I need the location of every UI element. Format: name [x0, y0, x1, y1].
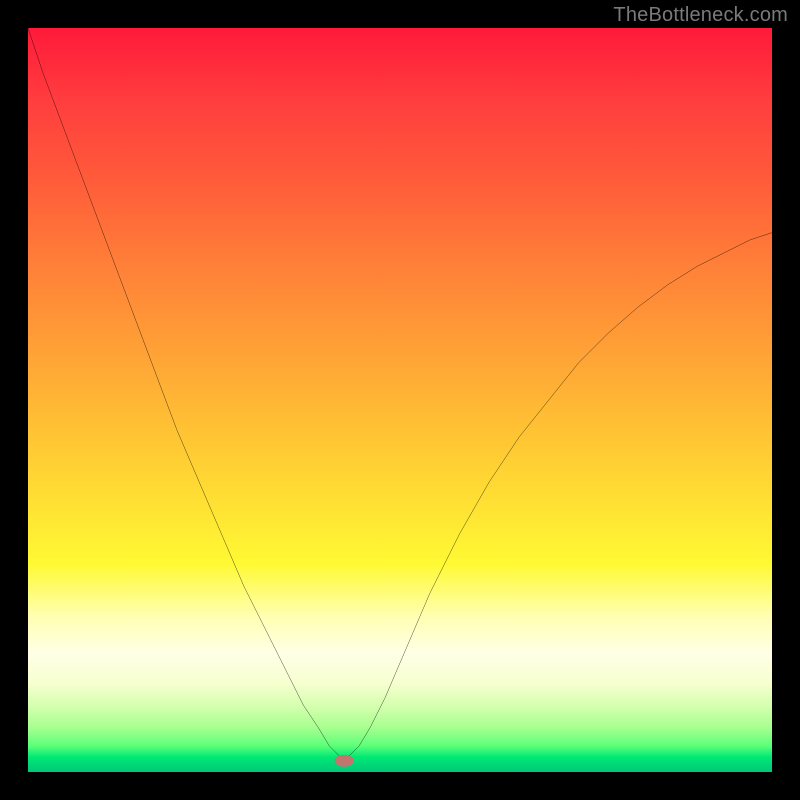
watermark-text: TheBottleneck.com: [613, 4, 788, 27]
minimum-marker: [335, 755, 354, 767]
plot-area: [28, 28, 772, 772]
chart-frame: TheBottleneck.com: [0, 0, 800, 800]
curve-svg: [28, 28, 772, 772]
bottleneck-curve: [28, 28, 772, 761]
